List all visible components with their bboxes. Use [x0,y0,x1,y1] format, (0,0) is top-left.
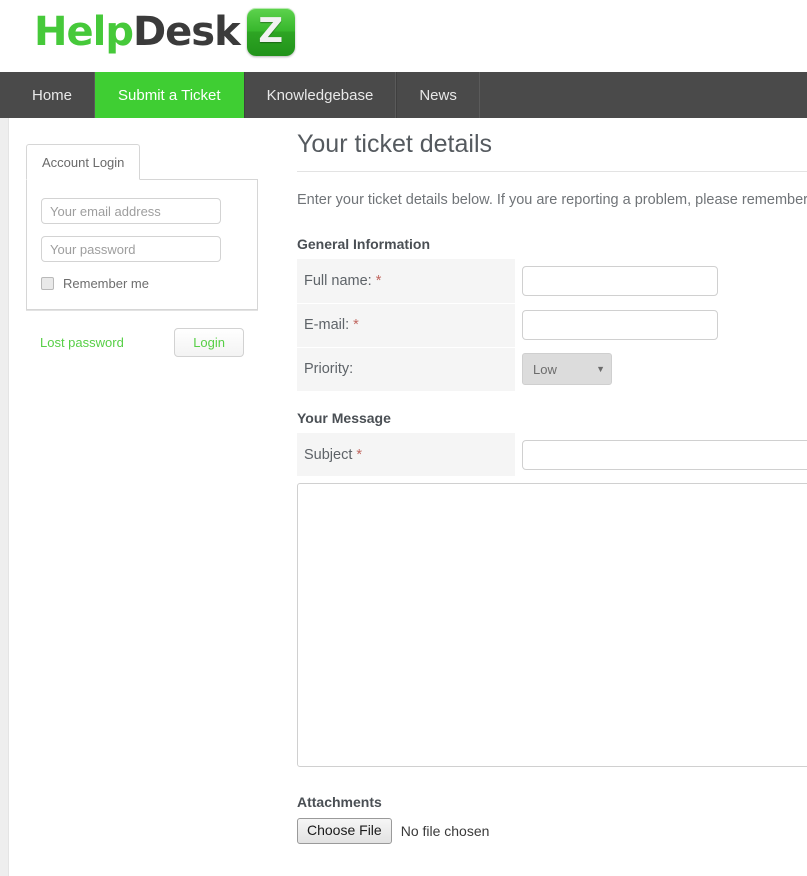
chevron-down-icon: ▼ [596,364,605,375]
panel-tab-strip: Account Login [26,138,258,180]
priority-selected-value: Low [533,361,557,377]
table-row-full-name: Full name: * [297,259,718,304]
account-login-panel: Account Login Remember me Lost password … [26,138,258,377]
value-cell-priority: Low ▼ [515,347,718,391]
tab-account-login-label: Account Login [42,155,125,170]
priority-select[interactable]: Low ▼ [522,353,612,386]
label-cell-full-name: Full name: * [297,259,515,304]
remember-me-row: Remember me [41,276,243,291]
value-cell-subject [515,433,807,477]
email-address-input[interactable] [522,310,718,341]
tab-account-login[interactable]: Account Login [26,144,141,180]
label-cell-email: E-mail: * [297,303,515,348]
subject-input[interactable] [522,439,807,470]
email-input[interactable] [41,198,221,224]
your-message-heading: Your Message [297,409,391,426]
table-row-email: E-mail: * [297,303,718,348]
general-information-section: General Information Full name: * E-mail:… [297,236,807,392]
required-marker-subject: * [356,446,363,463]
message-body-textarea[interactable] [297,483,807,768]
label-subject: Subject [304,446,353,463]
page-root: HelpDesk Z Home Submit a Ticket Knowledg… [0,0,807,876]
logo-text-help: Help [34,9,134,55]
remember-me-label: Remember me [63,276,149,291]
label-cell-priority: Priority: [297,347,515,392]
file-status-label: No file chosen [400,823,490,840]
choose-file-button[interactable]: Choose File [297,818,392,844]
nav-item-knowledgebase[interactable]: Knowledgebase [243,72,397,118]
nav-label-news: News [419,86,457,104]
nav-item-submit-a-ticket[interactable]: Submit a Ticket [95,72,244,118]
label-full-name: Full name: [304,273,372,290]
title-divider [297,171,807,172]
required-marker-email: * [353,317,359,334]
password-input[interactable] [41,236,221,262]
full-name-input[interactable] [522,266,718,297]
email-field-wrap [41,198,243,224]
page-title: Your ticket details [297,130,493,158]
general-information-heading: General Information [297,236,431,253]
login-form-body: Remember me [26,179,258,310]
label-email: E-mail: [304,317,350,334]
your-message-section: Your Message Subject * [297,410,807,773]
label-priority: Priority: [304,361,354,378]
nav-label-home: Home [32,86,73,104]
nav-item-news[interactable]: News [396,72,480,118]
login-button[interactable]: Login [174,328,244,357]
logo-wordmark: HelpDesk [34,9,241,55]
main-navigation: Home Submit a Ticket Knowledgebase News [0,72,807,118]
nav-item-home[interactable]: Home [10,72,96,118]
subject-table: Subject * [297,432,807,478]
nav-label-submit-a-ticket: Submit a Ticket [118,86,221,104]
remember-me-checkbox[interactable] [41,277,54,290]
label-cell-subject: Subject * [297,432,515,478]
lost-password-link[interactable]: Lost password [40,335,124,350]
site-header: HelpDesk Z [0,0,807,72]
logo-badge-letter: Z [258,11,284,51]
intro-text: Enter your ticket details below. If you … [297,192,807,208]
logo-text-desk: Desk [132,9,241,55]
login-panel-footer: Lost password Login [26,310,258,377]
main-content: Your ticket details Enter your ticket de… [297,130,807,844]
required-marker-full-name: * [375,273,382,290]
logo-badge-icon: Z [246,8,295,56]
value-cell-email [515,303,718,347]
page-left-gutter [0,118,9,876]
file-upload-row: Choose File No file chosen [297,818,807,844]
value-cell-full-name [515,259,718,303]
table-row-priority: Priority: Low ▼ [297,347,718,392]
attachments-section: Attachments Choose File No file chosen [297,794,807,844]
general-information-table: Full name: * E-mail: * Priority: Low ▼ [297,259,718,392]
nav-label-knowledgebase: Knowledgebase [266,86,374,104]
table-row-subject: Subject * [297,432,807,478]
attachments-heading: Attachments [297,794,382,811]
password-field-wrap [41,236,243,262]
site-logo[interactable]: HelpDesk Z [34,4,295,60]
